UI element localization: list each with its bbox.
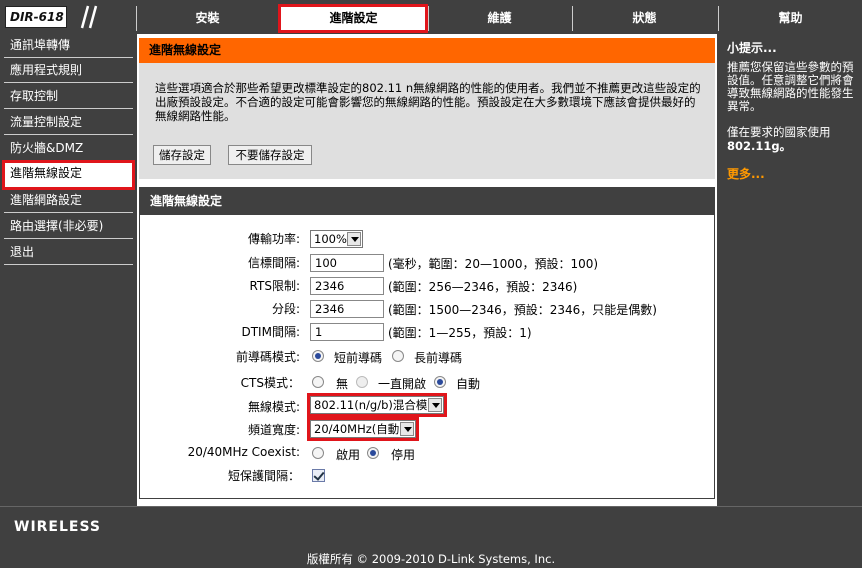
hints-paragraph-2-bold: 802.11g。 xyxy=(727,139,792,153)
top-bar: DIR-618 安裝 進階設定 維護 狀態 幫助 xyxy=(0,0,862,34)
preamble-label: 前導碼模式: xyxy=(235,350,300,364)
channel-width-label: 頻道寬度: xyxy=(247,423,300,437)
fragment-label: 分段: xyxy=(271,302,300,316)
sidebar-item-firewall-dmz[interactable]: 防火牆&DMZ xyxy=(4,137,133,161)
cts-auto-radio[interactable] xyxy=(434,376,446,388)
tx-power-label: 傳輸功率: xyxy=(247,232,300,246)
tab-setup[interactable]: 安裝 xyxy=(136,6,278,31)
wireless-mode-select[interactable]: 802.11(n/g/b)混合模式 xyxy=(310,396,444,414)
tx-power-value: 100% xyxy=(314,232,347,246)
chevron-down-icon xyxy=(400,422,414,436)
rts-hint: (範圍：256—2346，預設：2346) xyxy=(388,280,578,294)
preamble-short-label: 短前導碼 xyxy=(334,351,383,365)
cts-always-label: 一直開啟 xyxy=(378,377,427,391)
coexist-disable-radio[interactable] xyxy=(367,447,379,459)
sidebar-item-advanced-wireless[interactable]: 進階無線設定 xyxy=(2,160,135,190)
cts-label: CTS模式： xyxy=(240,376,300,390)
dtim-hint: (範圍：1—255，預設：1) xyxy=(388,326,532,340)
sidebar-item-advanced-network[interactable]: 進階網路設定 xyxy=(4,189,133,213)
sidebar-item-port-forwarding[interactable]: 通訊埠轉傳 xyxy=(4,34,133,58)
preamble-long-radio[interactable] xyxy=(392,350,404,362)
guard-interval-checkbox[interactable] xyxy=(312,469,325,482)
copyright-footer: 版權所有 © 2009-2010 D-Link Systems, Inc. xyxy=(0,544,862,568)
preamble-short-radio[interactable] xyxy=(312,350,324,362)
wireless-mode-label: 無線模式: xyxy=(247,400,300,414)
channel-width-value: 20/40MHz(自動) xyxy=(314,422,404,436)
beacon-hint: (毫秒，範圍：20—1000，預設：100) xyxy=(388,257,599,271)
sidebar-item-routing[interactable]: 路由選擇(非必要) xyxy=(4,215,133,239)
fragment-input[interactable]: 2346 xyxy=(310,300,384,318)
coexist-enable-label: 啟用 xyxy=(336,448,361,462)
save-button[interactable]: 儲存設定 xyxy=(153,145,211,165)
tab-status[interactable]: 狀態 xyxy=(572,6,716,31)
preamble-long-label: 長前導碼 xyxy=(414,351,463,365)
hints-more-link[interactable]: 更多... xyxy=(727,165,765,182)
tab-help[interactable]: 幫助 xyxy=(718,6,862,31)
sidebar-item-access-control[interactable]: 存取控制 xyxy=(4,85,133,109)
cts-auto-label: 自動 xyxy=(456,377,481,391)
coexist-label: 20/40MHz Coexist: xyxy=(187,445,300,459)
hints-panel: 小提示... 推薦您保留這些參數的預設值。任意調整它們將會導致無線網路的性能發生… xyxy=(721,34,862,506)
beacon-label: 信標間隔: xyxy=(247,256,300,270)
sidebar: 通訊埠轉傳 應用程式規則 存取控制 流量控制設定 防火牆&DMZ 進階無線設定 … xyxy=(2,34,135,506)
tab-advanced[interactable]: 進階設定 xyxy=(278,4,428,33)
wireless-mode-value: 802.11(n/g/b)混合模式 xyxy=(314,398,439,412)
guard-interval-label: 短保護間隔： xyxy=(227,469,300,483)
hints-paragraph-1: 推薦您保留這些參數的預設值。任意調整它們將會導致無線網路的性能發生異常。 xyxy=(727,60,854,113)
cts-none-radio[interactable] xyxy=(312,376,324,388)
beacon-input[interactable]: 100 xyxy=(310,254,384,272)
settings-section: 進階無線設定 傳輸功率: 100% 信標間隔: 100 (毫秒，範圍：20—10… xyxy=(139,187,715,499)
fragment-hint: (範圍：1500—2346，預設：2346，只能是偶數) xyxy=(388,303,657,317)
dont-save-button[interactable]: 不要儲存設定 xyxy=(228,145,312,165)
coexist-enable-radio[interactable] xyxy=(312,447,324,459)
dtim-label: DTIM間隔: xyxy=(241,325,300,339)
sidebar-item-traffic-control[interactable]: 流量控制設定 xyxy=(4,111,133,135)
rts-label: RTS限制: xyxy=(249,279,300,293)
hints-title: 小提示... xyxy=(727,41,777,55)
bottom-bar: WIRELESS xyxy=(0,506,862,544)
tab-maintenance[interactable]: 維護 xyxy=(428,6,570,31)
rts-input[interactable]: 2346 xyxy=(310,277,384,295)
cts-always-radio[interactable] xyxy=(356,376,368,388)
wireless-brand-logo: WIRELESS xyxy=(14,519,102,535)
slash-logo-icon xyxy=(72,4,98,30)
cts-none-label: 無 xyxy=(336,377,349,391)
coexist-disable-label: 停用 xyxy=(391,448,416,462)
chevron-down-icon xyxy=(347,232,361,246)
sidebar-item-application-rules[interactable]: 應用程式規則 xyxy=(4,59,133,83)
intro-title: 進階無線設定 xyxy=(139,38,715,63)
intro-box: 這些選項適合於那些希望更改標準設定的802.11 n無線網路的性能的使用者。我們… xyxy=(139,63,715,179)
hints-paragraph-2: 僅在要求的國家使用 xyxy=(727,125,831,139)
settings-title: 進階無線設定 xyxy=(140,188,714,215)
dtim-input[interactable]: 1 xyxy=(310,323,384,341)
tx-power-select[interactable]: 100% xyxy=(310,230,363,248)
main-panel: 進階無線設定 這些選項適合於那些希望更改標準設定的802.11 n無線網路的性能… xyxy=(137,34,717,506)
intro-text: 這些選項適合於那些希望更改標準設定的802.11 n無線網路的性能的使用者。我們… xyxy=(155,81,701,123)
sidebar-item-logout[interactable]: 退出 xyxy=(4,241,133,265)
chevron-down-icon xyxy=(428,398,442,412)
model-badge: DIR-618 xyxy=(5,6,67,28)
channel-width-select[interactable]: 20/40MHz(自動) xyxy=(310,420,416,438)
